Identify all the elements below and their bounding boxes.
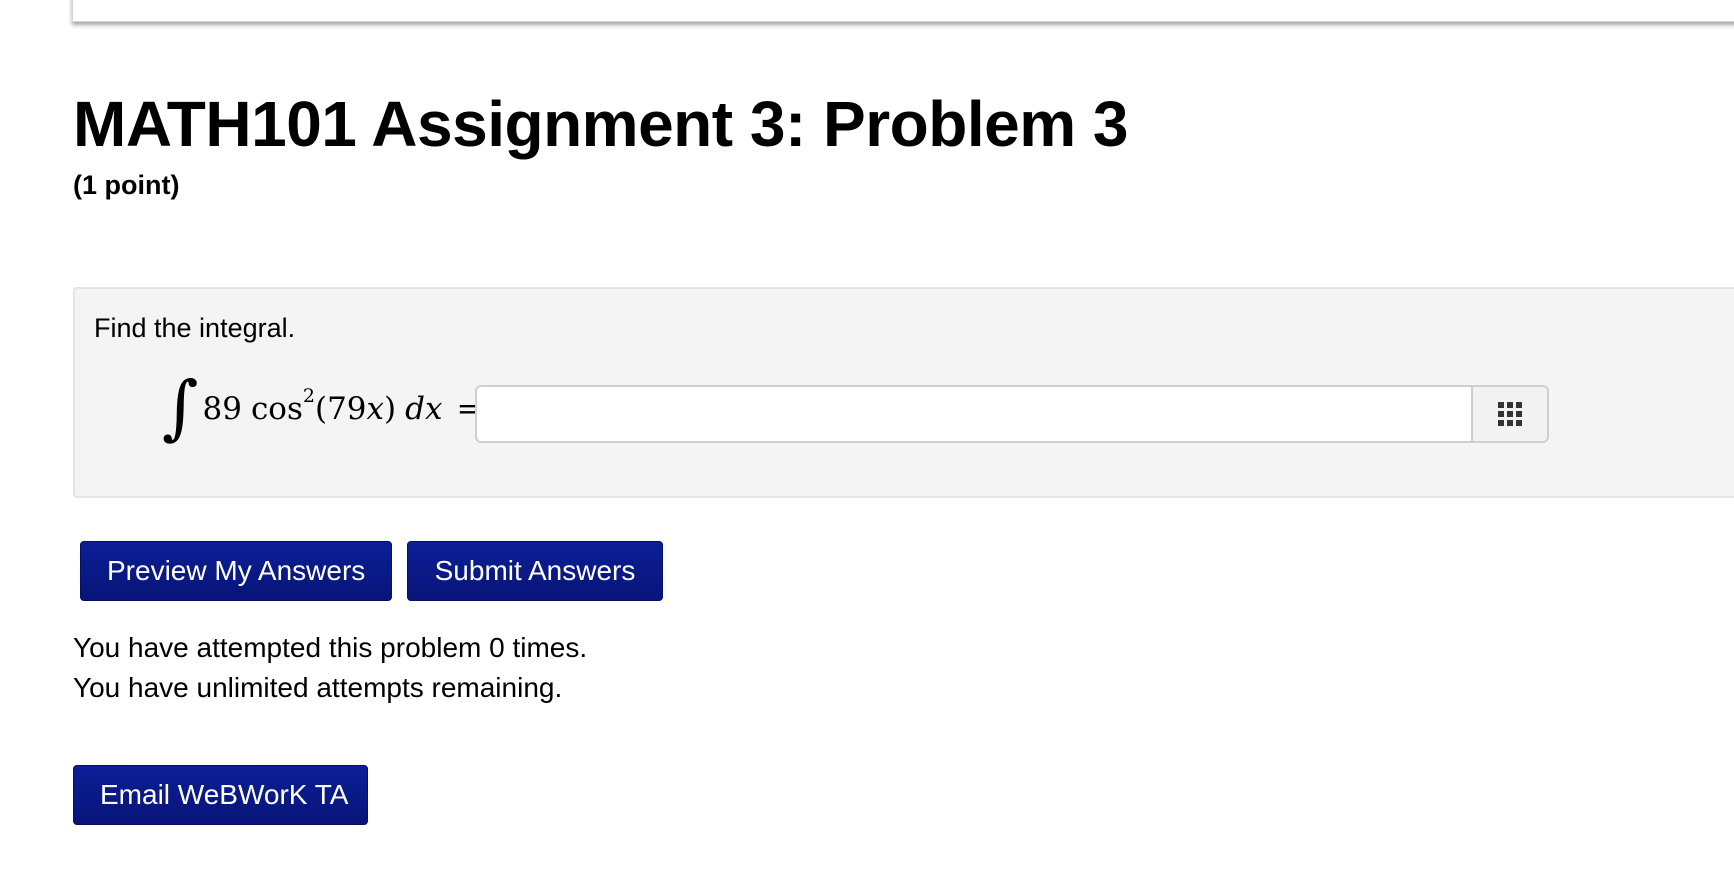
integral-expression: ∫ 89 cos 2 (79 x ) d x = bbox=[162, 369, 482, 449]
integral-function: cos bbox=[250, 391, 303, 427]
answer-input[interactable] bbox=[475, 385, 1471, 443]
problem-points: (1 point) bbox=[73, 170, 180, 200]
integral-coefficient: 89 bbox=[202, 391, 242, 427]
top-navigation-card bbox=[72, 0, 1734, 22]
grid-icon bbox=[1498, 402, 1522, 426]
differential-variable: x bbox=[424, 391, 443, 427]
problem-prompt: Find the integral. bbox=[94, 313, 296, 343]
email-ta-button[interactable]: Email WeBWorK TA bbox=[73, 765, 368, 825]
preview-answers-button[interactable]: Preview My Answers bbox=[80, 541, 392, 601]
integral-exponent: 2 bbox=[302, 385, 315, 407]
attempts-count-text: You have attempted this problem 0 times. bbox=[73, 632, 588, 663]
attempts-remaining-text: You have unlimited attempts remaining. bbox=[73, 672, 563, 703]
integral-argument: (79 bbox=[314, 391, 367, 427]
integral-variable: x bbox=[366, 391, 384, 427]
differential-d: d bbox=[405, 391, 425, 427]
integral-argument-close: ) bbox=[384, 391, 397, 427]
problem-box: Find the integral. ∫ 89 cos 2 (79 x ) d … bbox=[73, 287, 1734, 498]
integral-sign: ∫ bbox=[162, 366, 199, 448]
page-title: MATH101 Assignment 3: Problem 3 bbox=[73, 88, 1128, 160]
submit-answers-button[interactable]: Submit Answers bbox=[407, 541, 663, 601]
equation-palette-button[interactable] bbox=[1471, 385, 1549, 443]
